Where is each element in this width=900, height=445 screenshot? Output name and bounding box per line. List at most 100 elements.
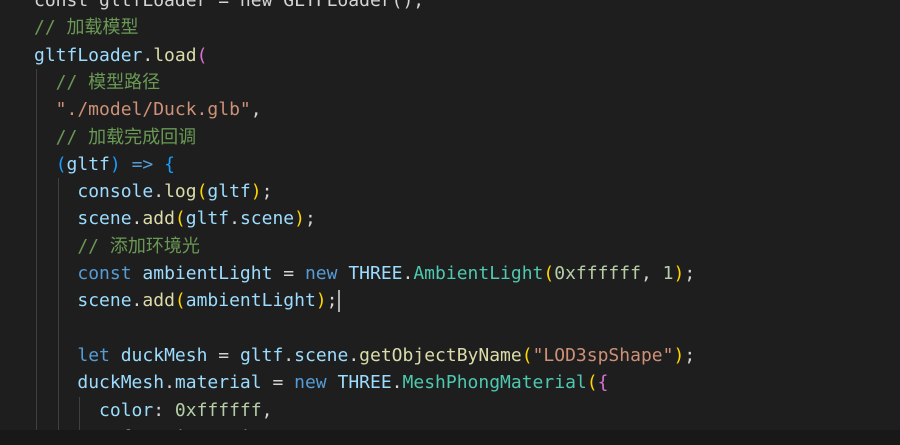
code-token: ) xyxy=(315,290,327,312)
code-token: const xyxy=(77,263,132,284)
code-token: getObjectByName xyxy=(359,344,522,366)
code-line[interactable]: let duckMesh = gltf.scene.getObjectByNam… xyxy=(34,342,695,369)
code-token: ( xyxy=(174,290,186,312)
code-token: color xyxy=(99,399,154,421)
code-token: scene xyxy=(77,290,132,312)
code-line[interactable]: (gltf) => { xyxy=(34,151,175,178)
code-token: log xyxy=(164,181,197,203)
code-token: console xyxy=(77,181,154,203)
code-token: ) xyxy=(109,153,121,175)
code-token: ( xyxy=(55,153,67,175)
code-line[interactable]: // 加载完成回调 xyxy=(34,124,197,151)
code-token: . xyxy=(142,44,154,66)
code-token: ( xyxy=(196,44,208,66)
code-token: ( xyxy=(586,372,598,394)
code-token: ( xyxy=(196,181,208,203)
code-token: ( xyxy=(543,263,555,284)
code-token: new xyxy=(294,372,327,394)
editor-bottom-edge xyxy=(0,430,900,445)
code-token: . xyxy=(283,344,295,366)
code-token: scene xyxy=(239,208,295,230)
code-token: scene xyxy=(77,208,132,230)
code-token: ) xyxy=(250,181,262,203)
code-token: ; xyxy=(684,344,696,366)
code-token: gltf xyxy=(207,181,251,203)
code-token: , xyxy=(261,399,273,421)
code-token: 1 xyxy=(662,263,674,284)
code-line[interactable]: console.log(gltf); xyxy=(34,178,272,205)
code-token: , xyxy=(640,263,663,284)
code-line[interactable]: // 加载模型 xyxy=(34,14,139,41)
code-token: THREE xyxy=(337,372,392,394)
code-token: // 加载完成回调 xyxy=(34,126,197,148)
code-token: . xyxy=(348,344,360,366)
code-line[interactable]: // 添加环境光 xyxy=(34,233,200,260)
text-cursor xyxy=(338,290,341,313)
code-token: ( xyxy=(521,344,533,366)
code-token: new xyxy=(304,263,338,284)
code-token: . xyxy=(391,372,403,394)
code-line[interactable]: gltfLoader.load( xyxy=(34,42,207,69)
code-token: ambientLight xyxy=(185,290,316,312)
code-token: ; xyxy=(684,263,696,284)
code-token: ; xyxy=(261,181,273,203)
code-token: . xyxy=(131,290,143,312)
code-token: load xyxy=(153,44,197,66)
code-token: duckMesh xyxy=(120,344,208,366)
code-line[interactable]: "./model/Duck.glb", xyxy=(34,96,262,123)
code-token: ) xyxy=(294,208,305,230)
code-token: ) xyxy=(673,263,685,284)
code-line[interactable]: const gltfLoader = new GLTFLoader(); xyxy=(34,0,424,14)
code-token: ambientLight xyxy=(142,263,273,284)
code-editor[interactable]: const gltfLoader = new GLTFLoader(); // 加… xyxy=(0,0,900,445)
code-token: ; xyxy=(304,208,316,230)
code-token: "./model/Duck.glb" xyxy=(34,99,251,121)
code-token: ( xyxy=(174,208,186,230)
code-token: = xyxy=(207,344,240,366)
code-token: material xyxy=(174,372,262,394)
code-token: ; xyxy=(326,290,338,312)
code-line[interactable]: duckMesh.material = new THREE.MeshPhongM… xyxy=(34,369,608,396)
code-token: // 添加环境光 xyxy=(34,235,200,257)
code-token: , xyxy=(250,99,262,121)
code-token: . xyxy=(153,181,165,203)
code-token: = xyxy=(261,372,295,394)
code-line[interactable]: scene.add(ambientLight); xyxy=(34,287,341,314)
code-line[interactable]: color: 0xffffff, xyxy=(34,397,272,424)
code-token: MeshPhongMaterial xyxy=(402,372,587,394)
code-token: duckMesh xyxy=(77,372,165,394)
code-token: "LOD3spShape" xyxy=(532,344,674,366)
code-token: { xyxy=(597,372,609,394)
code-token: gltf xyxy=(239,344,284,366)
code-line[interactable]: const ambientLight = new THREE.AmbientLi… xyxy=(34,260,695,287)
code-token: . xyxy=(131,208,143,230)
code-token: // 加载模型 xyxy=(34,17,139,39)
code-token: 0xffffff xyxy=(174,399,262,421)
code-token: = xyxy=(272,263,305,284)
code-token: scene xyxy=(294,344,349,366)
code-token: . xyxy=(229,208,240,230)
code-token: add xyxy=(142,290,175,312)
code-token: const gltfLoader = new GLTFLoader(); xyxy=(34,0,425,11)
code-token: let xyxy=(77,344,110,366)
code-line[interactable]: scene.add(gltf.scene); xyxy=(34,205,316,232)
code-token: THREE xyxy=(348,263,403,284)
code-token: => xyxy=(131,153,154,175)
code-token: AmbientLight xyxy=(413,263,544,284)
code-line[interactable]: // 模型路径 xyxy=(34,69,161,96)
code-token: { xyxy=(164,153,175,175)
code-token: gltfLoader xyxy=(34,44,143,66)
